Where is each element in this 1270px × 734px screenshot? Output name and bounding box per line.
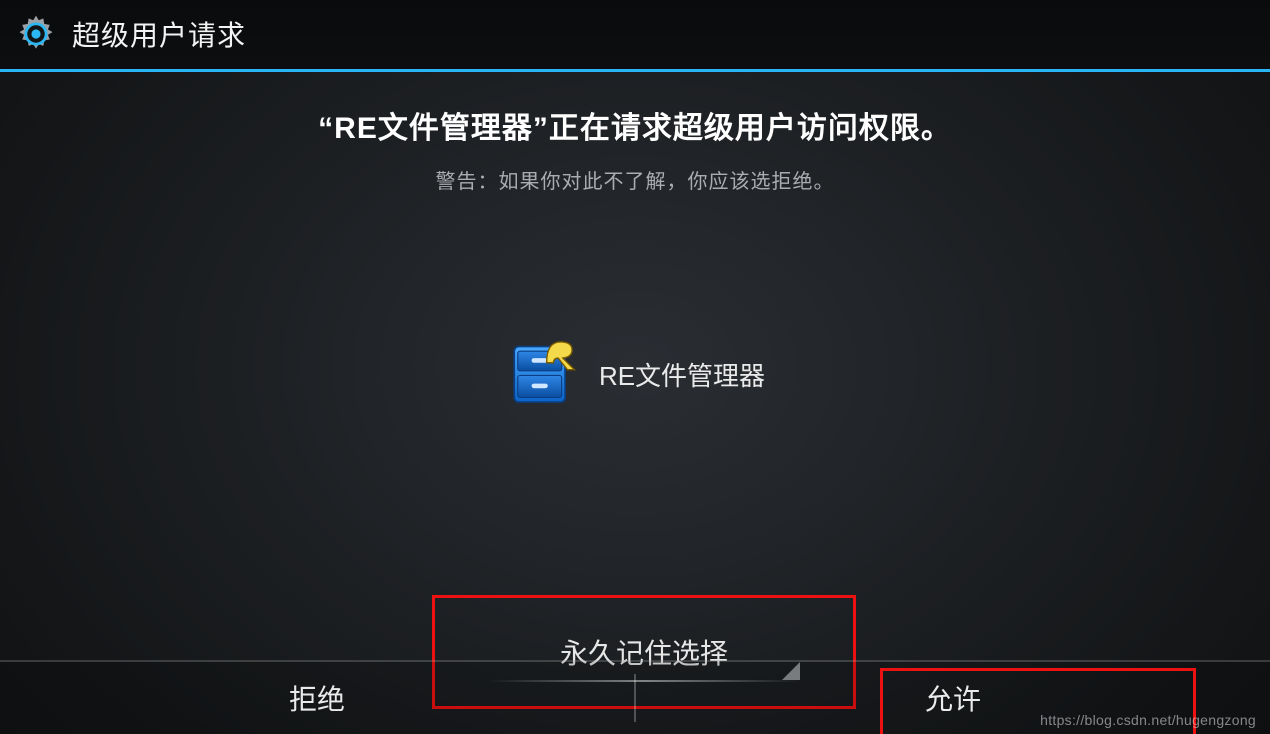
request-suffix: ”正在请求超级用户访问权限。: [533, 112, 952, 145]
allow-button[interactable]: 允许: [636, 662, 1270, 734]
gear-icon: [14, 12, 58, 56]
quote-open: “: [318, 112, 334, 145]
app-icon: [505, 335, 579, 414]
dialog-footer: 拒绝 允许: [0, 660, 1270, 734]
superuser-dialog: 超级用户请求 “RE文件管理器”正在请求超级用户访问权限。 警告：如果你对此不了…: [0, 0, 1270, 734]
dialog-content: “RE文件管理器”正在请求超级用户访问权限。 警告：如果你对此不了解，你应该选拒…: [0, 75, 1270, 660]
allow-button-label: 允许: [925, 678, 981, 718]
dialog-header: 超级用户请求: [0, 0, 1270, 72]
request-message: “RE文件管理器”正在请求超级用户访问权限。: [318, 103, 952, 147]
dialog-title: 超级用户请求: [72, 14, 246, 54]
warning-message: 警告：如果你对此不了解，你应该选拒绝。: [436, 165, 835, 194]
deny-button[interactable]: 拒绝: [0, 662, 634, 734]
deny-button-label: 拒绝: [289, 678, 345, 718]
request-app-name: RE文件管理器: [334, 112, 533, 145]
app-name-label: RE文件管理器: [599, 356, 765, 393]
app-info: RE文件管理器: [0, 335, 1270, 414]
